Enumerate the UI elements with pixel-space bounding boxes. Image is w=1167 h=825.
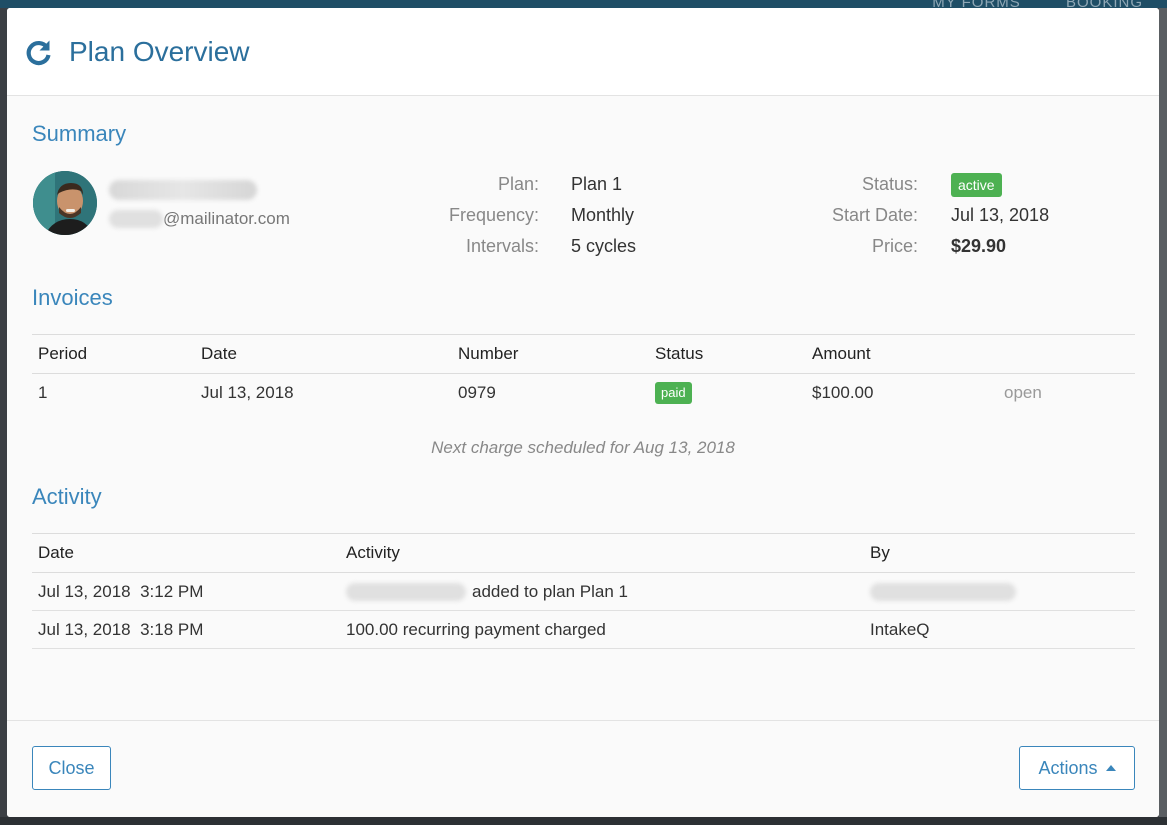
client-profile: @mailinator.com — [33, 171, 290, 235]
invoices-table: Period Date Number Status Amount 1 Jul 1… — [32, 334, 1135, 412]
redacted-email-user — [109, 210, 163, 228]
close-button[interactable]: Close — [32, 746, 111, 790]
status-label: Status: — [861, 174, 918, 194]
plan-label: Plan: — [497, 174, 539, 194]
col-by: By — [864, 533, 1135, 573]
refresh-icon — [25, 38, 53, 66]
client-email: @mailinator.com — [109, 209, 290, 229]
next-charge-note: Next charge scheduled for Aug 13, 2018 — [431, 438, 735, 457]
activity-by: IntakeQ — [864, 610, 1135, 649]
start-date-value: Jul 13, 2018 — [951, 205, 1050, 225]
plan-value: Plan 1 — [571, 174, 623, 194]
col-action — [998, 334, 1135, 374]
col-number: Number — [452, 334, 649, 374]
col-activity-date: Date — [32, 533, 340, 573]
invoice-period: 1 — [38, 382, 48, 402]
open-invoice-link[interactable]: open — [1004, 383, 1042, 402]
page-backdrop-bottom — [0, 817, 1167, 825]
invoice-number: 0979 — [458, 382, 496, 402]
table-row: Jul 13, 2018 3:18 PM 100.00 recurring pa… — [32, 610, 1135, 649]
page-backdrop-right — [1159, 8, 1167, 818]
frequency-label: Frequency: — [448, 205, 539, 225]
caret-up-icon — [1105, 765, 1116, 771]
avatar — [33, 171, 97, 235]
intervals-label: Intervals: — [465, 236, 539, 256]
profile-text: @mailinator.com — [109, 180, 290, 235]
table-row: Jul 13, 2018 3:12 PM added to plan Plan … — [32, 572, 1135, 611]
col-date: Date — [195, 334, 452, 374]
table-row: 1 Jul 13, 2018 0979 paid $100.00 open — [32, 374, 1135, 412]
col-activity: Activity — [340, 533, 864, 573]
summary-title: Summary — [32, 121, 127, 146]
activity-description: added to plan Plan 1 — [340, 572, 864, 611]
invoices-title: Invoices — [32, 285, 113, 310]
activity-table: Date Activity By Jul 13, 2018 3:12 PM ad… — [32, 533, 1135, 649]
invoice-status-badge: paid — [655, 381, 692, 404]
status-badge: active — [951, 173, 1002, 198]
intervals-value: 5 cycles — [571, 236, 637, 256]
modal-footer: Close Actions — [7, 720, 1159, 817]
activity-date: Jul 13, 2018 3:12 PM — [32, 572, 340, 611]
status-details: Status: active Start Date: Jul 13, 2018 Pr… — [767, 169, 1049, 262]
start-date-label: Start Date: — [831, 205, 918, 225]
activity-description: 100.00 recurring payment charged — [340, 610, 864, 649]
activity-text: added to plan Plan 1 — [472, 581, 628, 601]
plan-overview-modal: Plan Overview Summary @mailinator.com Pl… — [7, 8, 1159, 817]
activity-title: Activity — [32, 484, 102, 509]
email-domain: @mailinator.com — [163, 209, 290, 228]
col-amount: Amount — [806, 334, 998, 374]
col-status: Status — [649, 334, 806, 374]
actions-button[interactable]: Actions — [1019, 746, 1135, 790]
invoice-amount: $100.00 — [812, 382, 874, 402]
price-label: Price: — [871, 236, 918, 256]
modal-title: Plan Overview — [69, 35, 250, 67]
redacted-client-name — [346, 583, 466, 602]
redacted-user-name — [870, 583, 1016, 602]
price-value: $29.90 — [951, 236, 1007, 256]
activity-date: Jul 13, 2018 3:18 PM — [32, 610, 340, 649]
redacted-client-name — [109, 180, 257, 200]
modal-header: Plan Overview — [7, 8, 1159, 96]
frequency-value: Monthly — [571, 205, 635, 225]
activity-by — [864, 572, 1135, 611]
plan-details: Plan: Plan 1 Frequency: Monthly Intervals:… — [387, 169, 636, 262]
col-period: Period — [32, 334, 195, 374]
invoice-date: Jul 13, 2018 — [201, 382, 294, 402]
